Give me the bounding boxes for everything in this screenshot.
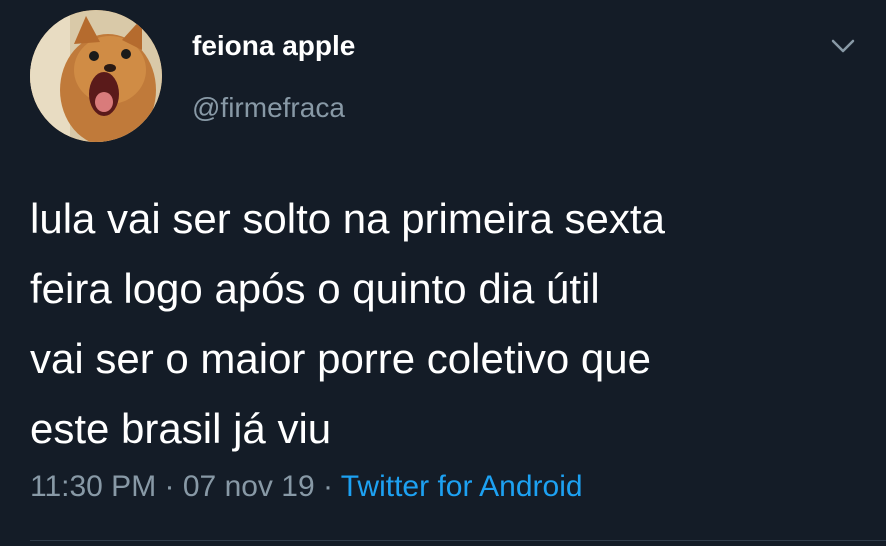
tweet-meta: 11:30 PM · 07 nov 19 · Twitter for Andro… bbox=[30, 470, 583, 504]
tweet-source-link[interactable]: Twitter for Android bbox=[341, 470, 583, 503]
dog-avatar-icon bbox=[30, 10, 162, 142]
user-handle[interactable]: @firmefraca bbox=[192, 92, 345, 124]
tweet-text-line: este brasil já viu bbox=[30, 405, 332, 452]
tweet-card: feiona apple @firmefraca lula vai ser so… bbox=[0, 0, 886, 546]
chevron-down-icon bbox=[831, 39, 855, 53]
tweet-text-line: lula vai ser solto na primeira sexta bbox=[30, 195, 665, 242]
tweet-text: lula vai ser solto na primeira sexta fei… bbox=[30, 184, 870, 464]
avatar[interactable] bbox=[30, 10, 162, 142]
tweet-time[interactable]: 11:30 PM bbox=[30, 470, 156, 503]
tweet-date[interactable]: 07 nov 19 bbox=[183, 470, 315, 503]
tweet-text-line: feira logo após o quinto dia útil bbox=[30, 265, 600, 312]
tweet-text-line: vai ser o maior porre coletivo que bbox=[30, 335, 651, 382]
display-name[interactable]: feiona apple bbox=[192, 30, 355, 62]
divider bbox=[30, 540, 886, 541]
meta-separator: · bbox=[314, 470, 341, 503]
tweet-menu-button[interactable] bbox=[826, 32, 860, 60]
meta-separator: · bbox=[156, 470, 183, 503]
